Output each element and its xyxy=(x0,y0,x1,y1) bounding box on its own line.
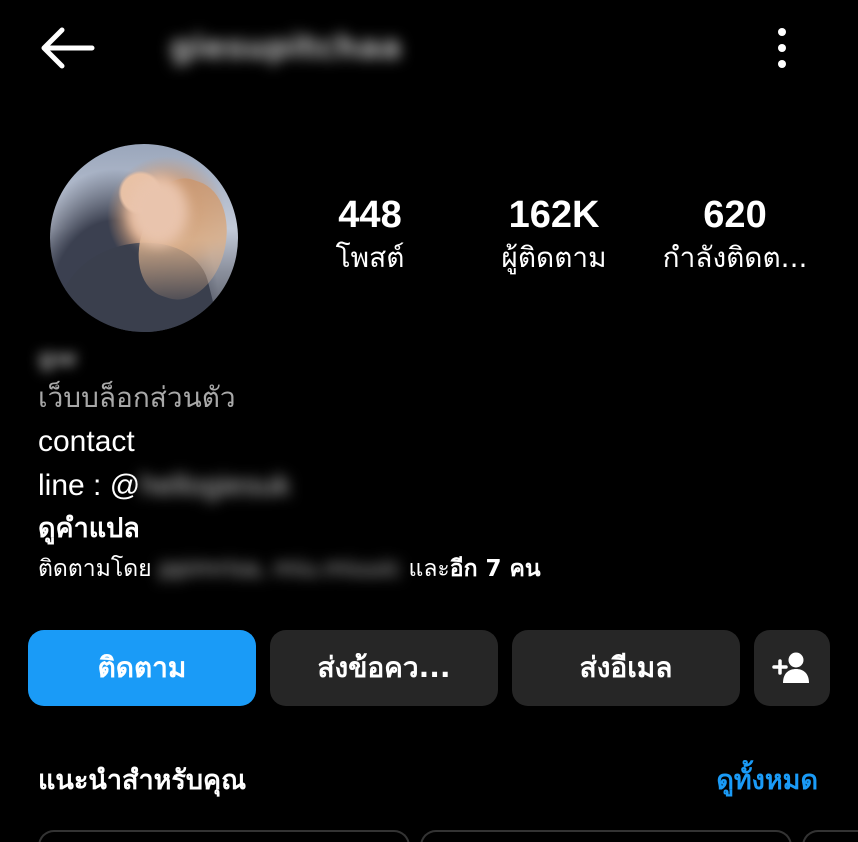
stat-following-label: กำลังติดต... xyxy=(662,241,808,274)
suggestions-title: แนะนำสำหรับคุณ xyxy=(38,765,247,796)
profile-avatar[interactable] xyxy=(50,144,238,332)
followed-names: ppimrisa, miu.miuuic xyxy=(158,556,402,582)
stat-posts[interactable]: 448 โพสต์ xyxy=(318,192,422,278)
back-button[interactable] xyxy=(36,24,98,72)
stat-posts-value: 448 xyxy=(338,194,402,236)
suggestion-card[interactable] xyxy=(420,830,792,842)
display-name: gw xyxy=(38,344,78,372)
stat-following-value: 620 xyxy=(703,194,767,236)
follow-button[interactable]: ติดตาม xyxy=(28,630,256,706)
more-vertical-icon xyxy=(778,28,786,68)
bio-line-contact: contact xyxy=(38,425,135,458)
profile-bio: gw เว็บบล็อกส่วนตัว contact line : @hell… xyxy=(38,344,838,588)
top-bar: giesupitchaa xyxy=(0,0,858,96)
stat-followers-label: ผู้ติดตาม xyxy=(501,241,607,274)
profile-username: giesupitchaa xyxy=(170,28,402,66)
see-translation-link[interactable]: ดูคำแปล xyxy=(38,508,838,550)
more-options-button[interactable] xyxy=(766,24,798,72)
message-button[interactable]: ส่งข้อคว... xyxy=(270,630,498,706)
line-id-handle: hellogiesuk xyxy=(140,469,291,502)
email-button[interactable]: ส่งอีเมล xyxy=(512,630,740,706)
bio-line-line-id: line : @hellogiesuk xyxy=(38,464,838,508)
stat-followers[interactable]: 162K ผู้ติดตาม xyxy=(484,192,624,278)
suggestion-card[interactable] xyxy=(802,830,858,842)
suggest-people-button[interactable] xyxy=(754,630,830,706)
followed-by-text[interactable]: ติดตามโดย ppimrisa, miu.miuuic และอีก 7 … xyxy=(38,550,838,588)
arrow-left-icon xyxy=(41,27,95,69)
see-all-link[interactable]: ดูทั้งหมด xyxy=(716,760,818,802)
stat-posts-label: โพสต์ xyxy=(335,241,405,274)
line-id-prefix: line : @ xyxy=(38,469,141,502)
profile-category: เว็บบล็อกส่วนตัว xyxy=(38,381,236,414)
followed-prefix: ติดตามโดย xyxy=(38,556,159,582)
avatar-face-blur xyxy=(128,176,188,246)
add-person-icon xyxy=(772,652,809,683)
stat-following[interactable]: 620 กำลังติดต... xyxy=(650,192,820,278)
stat-followers-value: 162K xyxy=(508,194,600,236)
followed-mid: และ xyxy=(401,556,450,582)
suggestion-card[interactable] xyxy=(38,830,410,842)
followed-count: อีก 7 คน xyxy=(449,556,541,582)
